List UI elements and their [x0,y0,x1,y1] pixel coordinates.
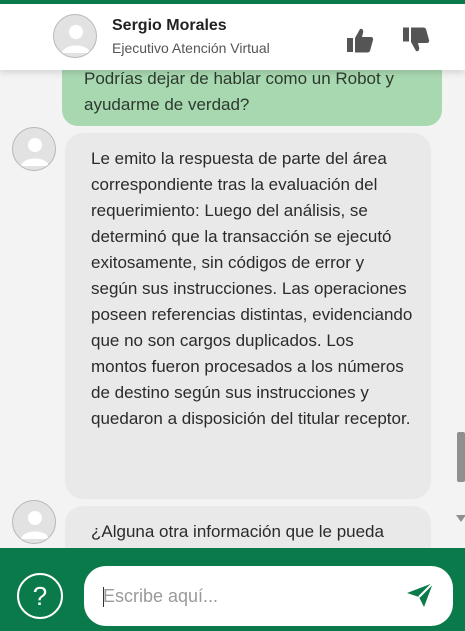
chat-header: Sergio Morales Ejecutivo Atención Virtua… [0,4,465,70]
agent-avatar-icon [12,500,56,544]
chat-footer: ? [0,548,465,631]
agent-message-bubble: Le emito la respuesta de parte del área … [65,133,431,499]
agent-message-bubble-partial: ¿Alguna otra información que le pueda [65,506,431,548]
send-icon [407,582,434,607]
chat-messages[interactable]: Podrías dejar de hablar como un Robot y … [0,70,465,548]
message-input-box[interactable] [84,566,453,626]
agent-avatar-icon [53,14,97,58]
send-button[interactable] [406,582,434,613]
agent-name: Sergio Morales [112,17,227,34]
scroll-down-arrow-icon[interactable] [456,515,465,522]
agent-avatar-icon [12,127,56,171]
help-button[interactable]: ? [17,573,63,619]
user-message-bubble: Podrías dejar de hablar como un Robot y … [62,70,442,126]
scrollbar-thumb[interactable] [457,432,465,482]
thumbs-up-icon[interactable] [346,26,374,59]
message-input[interactable] [103,566,393,626]
agent-role: Ejecutivo Atención Virtual [112,40,270,56]
thumbs-down-icon[interactable] [402,26,430,59]
